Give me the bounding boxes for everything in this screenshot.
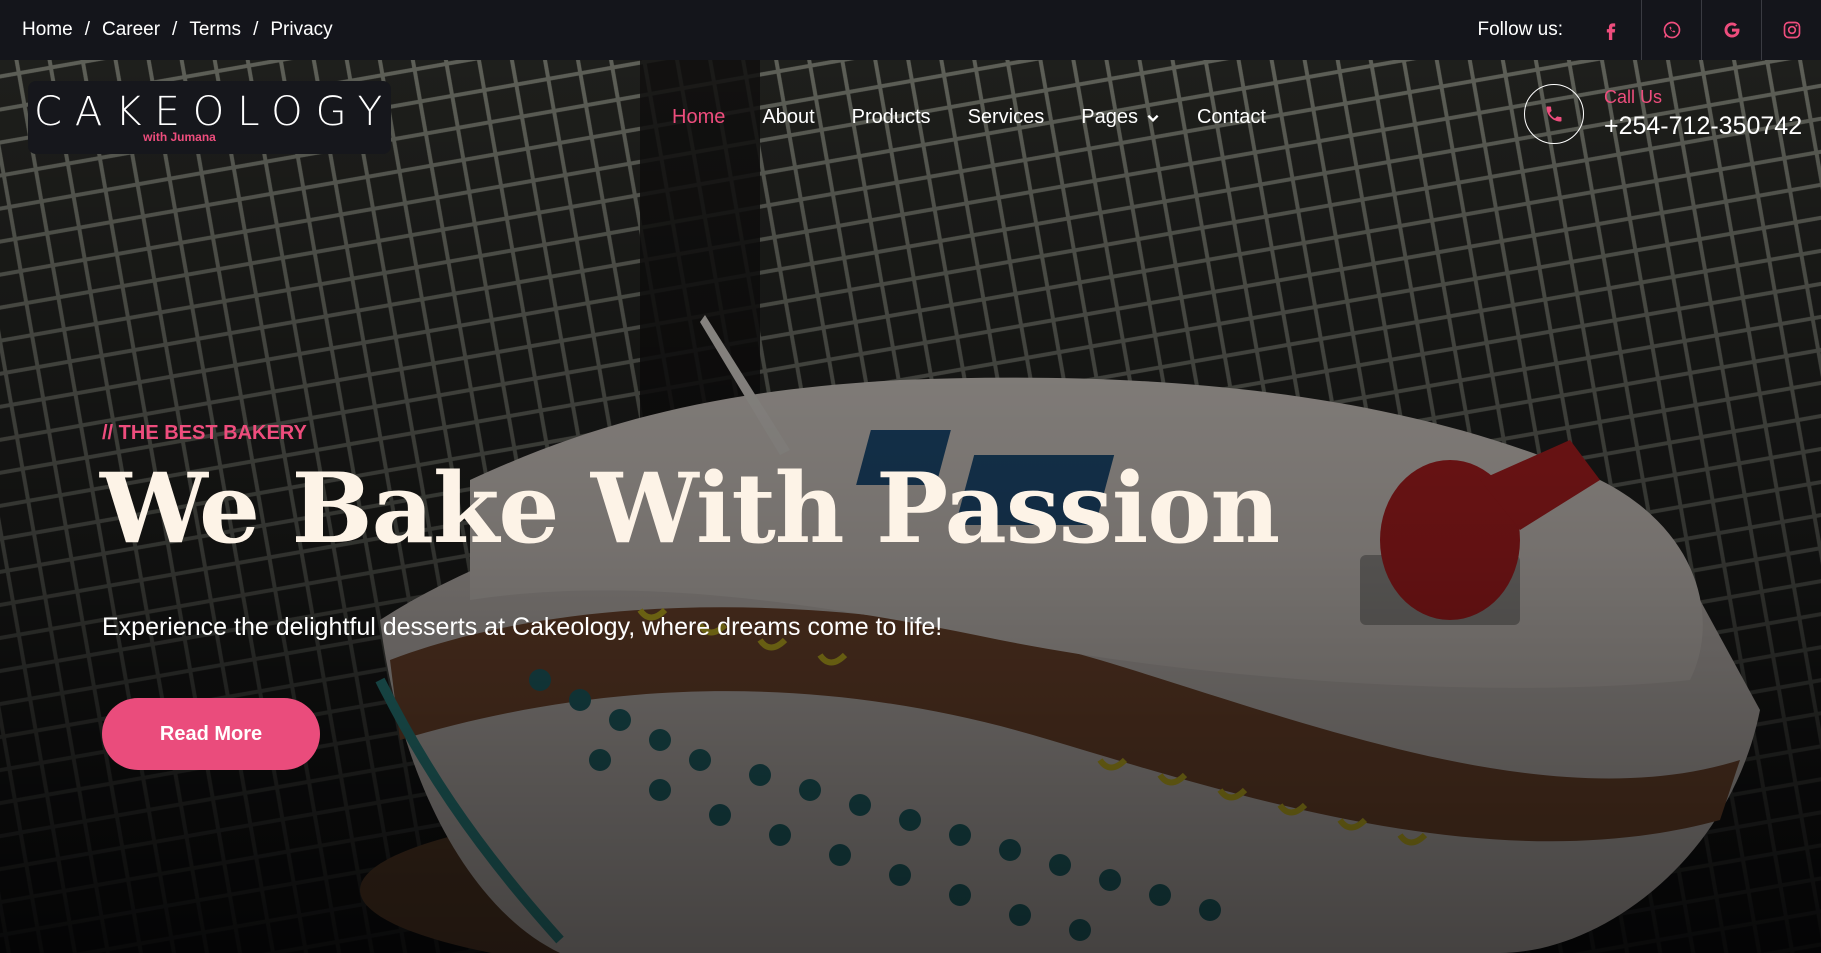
logo-wordmark: CAKEOLOGY bbox=[33, 88, 396, 135]
hero-section: CAKEOLOGY with Jumana Home About Product… bbox=[0, 60, 1821, 953]
whatsapp-icon bbox=[1663, 21, 1680, 39]
breadcrumb-career-link[interactable]: Career bbox=[102, 19, 160, 41]
nav-contact[interactable]: Contact bbox=[1197, 106, 1266, 129]
top-bar: Home / Career / Terms / Privacy Follow u… bbox=[0, 0, 1821, 60]
phone-icon bbox=[1546, 106, 1562, 122]
main-nav: Home About Products Services Pages Conta… bbox=[672, 106, 1266, 129]
social-links: Follow us: bbox=[1477, 0, 1821, 60]
call-button[interactable] bbox=[1524, 84, 1584, 144]
nav-about[interactable]: About bbox=[762, 106, 814, 129]
site-logo[interactable]: CAKEOLOGY with Jumana bbox=[28, 81, 391, 154]
call-us-label: Call Us bbox=[1604, 87, 1663, 107]
nav-home[interactable]: Home bbox=[672, 106, 725, 129]
facebook-icon bbox=[1606, 23, 1616, 40]
nav-pages[interactable]: Pages bbox=[1081, 106, 1160, 129]
nav-products[interactable]: Products bbox=[852, 106, 931, 129]
google-link[interactable] bbox=[1701, 0, 1761, 60]
breadcrumb-separator: / bbox=[84, 19, 90, 40]
facebook-link[interactable] bbox=[1581, 0, 1641, 60]
nav-pages-label: Pages bbox=[1081, 106, 1138, 128]
breadcrumb-privacy-link[interactable]: Privacy bbox=[270, 19, 332, 41]
hero-eyebrow: // THE BEST BAKERY bbox=[102, 422, 307, 444]
chevron-down-icon bbox=[1147, 114, 1159, 122]
instagram-icon bbox=[1783, 21, 1800, 39]
nav-services[interactable]: Services bbox=[968, 106, 1045, 129]
read-more-button[interactable]: Read More bbox=[102, 698, 320, 770]
instagram-link[interactable] bbox=[1761, 0, 1821, 60]
call-us-block: Call Us +254-712-350742 bbox=[1524, 84, 1802, 144]
breadcrumb-terms-link[interactable]: Terms bbox=[189, 19, 241, 41]
hero-subtitle: Experience the delightful desserts at Ca… bbox=[102, 613, 943, 641]
breadcrumb-separator: / bbox=[253, 19, 259, 40]
hero-title: We Bake With Passion bbox=[100, 452, 1280, 565]
logo-tagline: with Jumana bbox=[143, 129, 216, 144]
breadcrumb: Home / Career / Terms / Privacy bbox=[0, 19, 333, 41]
follow-us-label: Follow us: bbox=[1477, 19, 1563, 40]
whatsapp-link[interactable] bbox=[1641, 0, 1701, 60]
breadcrumb-home-link[interactable]: Home bbox=[22, 19, 73, 41]
google-icon bbox=[1724, 22, 1739, 38]
phone-number[interactable]: +254-712-350742 bbox=[1604, 112, 1802, 141]
call-us-text: Call Us +254-712-350742 bbox=[1604, 87, 1802, 141]
breadcrumb-separator: / bbox=[172, 19, 178, 40]
